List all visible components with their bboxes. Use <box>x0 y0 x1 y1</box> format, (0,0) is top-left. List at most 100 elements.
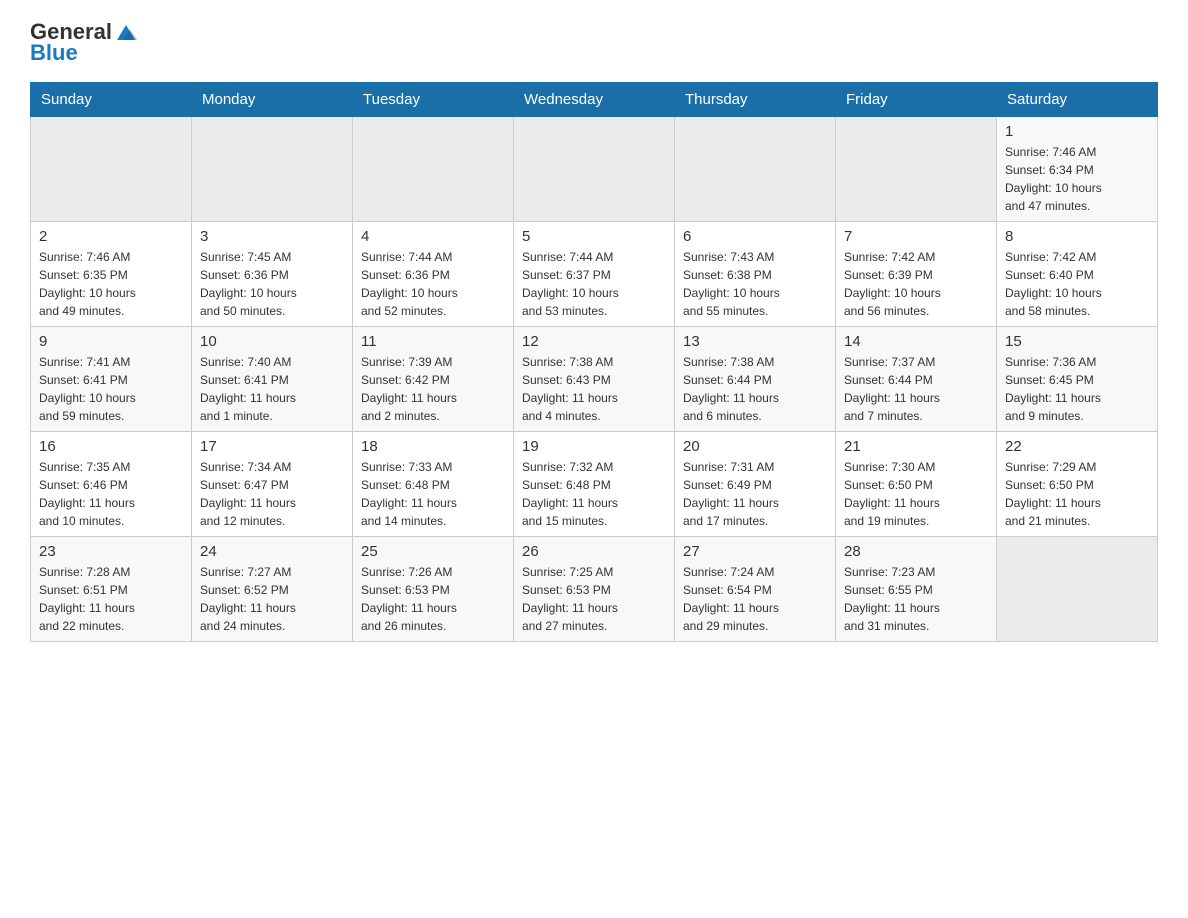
header-thursday: Thursday <box>675 83 836 117</box>
calendar-day-cell: 4 Sunrise: 7:44 AMSunset: 6:36 PMDaylight… <box>353 222 514 327</box>
day-info: Sunrise: 7:28 AMSunset: 6:51 PMDaylight:… <box>39 563 183 635</box>
calendar-day-cell: 6 Sunrise: 7:43 AMSunset: 6:38 PMDaylight… <box>675 222 836 327</box>
header-tuesday: Tuesday <box>353 83 514 117</box>
calendar-day-cell <box>353 117 514 222</box>
day-info: Sunrise: 7:23 AMSunset: 6:55 PMDaylight:… <box>844 563 988 635</box>
calendar-day-cell: 1 Sunrise: 7:46 AMSunset: 6:34 PMDaylight… <box>997 117 1158 222</box>
day-info: Sunrise: 7:43 AMSunset: 6:38 PMDaylight:… <box>683 248 827 320</box>
header-wednesday: Wednesday <box>514 83 675 117</box>
day-number: 28 <box>844 543 988 560</box>
calendar-day-cell: 21 Sunrise: 7:30 AMSunset: 6:50 PMDayligh… <box>836 432 997 537</box>
calendar-day-cell: 24Sunrise: 7:27 AMSunset: 6:52 PMDayligh… <box>192 537 353 642</box>
day-number: 27 <box>683 543 827 560</box>
calendar-day-cell: 10 Sunrise: 7:40 AMSunset: 6:41 PMDayligh… <box>192 327 353 432</box>
calendar-day-cell: 2 Sunrise: 7:46 AMSunset: 6:35 PMDaylight… <box>31 222 192 327</box>
calendar-day-cell: 19 Sunrise: 7:32 AMSunset: 6:48 PMDayligh… <box>514 432 675 537</box>
day-number: 12 <box>522 333 666 350</box>
logo-icon <box>114 20 138 44</box>
day-info: Sunrise: 7:39 AMSunset: 6:42 PMDaylight:… <box>361 353 505 425</box>
calendar-day-cell: 22Sunrise: 7:29 AMSunset: 6:50 PMDayligh… <box>997 432 1158 537</box>
day-number: 1 <box>1005 123 1149 140</box>
day-number: 17 <box>200 438 344 455</box>
calendar-week-row: 16 Sunrise: 7:35 AMSunset: 6:46 PMDayligh… <box>31 432 1158 537</box>
calendar-header-row: Sunday Monday Tuesday Wednesday Thursday… <box>31 83 1158 117</box>
day-info: Sunrise: 7:46 AMSunset: 6:35 PMDaylight:… <box>39 248 183 320</box>
day-number: 2 <box>39 228 183 245</box>
day-number: 7 <box>844 228 988 245</box>
calendar-day-cell: 11Sunrise: 7:39 AMSunset: 6:42 PMDayligh… <box>353 327 514 432</box>
day-info: Sunrise: 7:33 AMSunset: 6:48 PMDaylight:… <box>361 458 505 530</box>
calendar-day-cell: 14 Sunrise: 7:37 AMSunset: 6:44 PMDayligh… <box>836 327 997 432</box>
calendar-day-cell: 15 Sunrise: 7:36 AMSunset: 6:45 PMDayligh… <box>997 327 1158 432</box>
day-number: 25 <box>361 543 505 560</box>
day-number: 19 <box>522 438 666 455</box>
calendar-day-cell: 18 Sunrise: 7:33 AMSunset: 6:48 PMDayligh… <box>353 432 514 537</box>
day-number: 4 <box>361 228 505 245</box>
day-number: 6 <box>683 228 827 245</box>
day-number: 8 <box>1005 228 1149 245</box>
calendar-day-cell: 16 Sunrise: 7:35 AMSunset: 6:46 PMDayligh… <box>31 432 192 537</box>
calendar-day-cell: 7 Sunrise: 7:42 AMSunset: 6:39 PMDaylight… <box>836 222 997 327</box>
calendar-day-cell <box>836 117 997 222</box>
day-info: Sunrise: 7:42 AMSunset: 6:39 PMDaylight:… <box>844 248 988 320</box>
day-info: Sunrise: 7:26 AMSunset: 6:53 PMDaylight:… <box>361 563 505 635</box>
header-sunday: Sunday <box>31 83 192 117</box>
calendar-week-row: 9Sunrise: 7:41 AMSunset: 6:41 PMDaylight… <box>31 327 1158 432</box>
calendar-day-cell: 9Sunrise: 7:41 AMSunset: 6:41 PMDaylight… <box>31 327 192 432</box>
logo: General Blue <box>30 20 138 64</box>
calendar-day-cell: 20 Sunrise: 7:31 AMSunset: 6:49 PMDayligh… <box>675 432 836 537</box>
day-number: 15 <box>1005 333 1149 350</box>
day-info: Sunrise: 7:34 AMSunset: 6:47 PMDaylight:… <box>200 458 344 530</box>
day-number: 21 <box>844 438 988 455</box>
day-info: Sunrise: 7:44 AMSunset: 6:36 PMDaylight:… <box>361 248 505 320</box>
day-number: 14 <box>844 333 988 350</box>
day-number: 16 <box>39 438 183 455</box>
day-info: Sunrise: 7:44 AMSunset: 6:37 PMDaylight:… <box>522 248 666 320</box>
day-info: Sunrise: 7:31 AMSunset: 6:49 PMDaylight:… <box>683 458 827 530</box>
day-info: Sunrise: 7:24 AMSunset: 6:54 PMDaylight:… <box>683 563 827 635</box>
calendar-day-cell <box>514 117 675 222</box>
day-info: Sunrise: 7:37 AMSunset: 6:44 PMDaylight:… <box>844 353 988 425</box>
calendar-day-cell: 27 Sunrise: 7:24 AMSunset: 6:54 PMDayligh… <box>675 537 836 642</box>
calendar-day-cell: 26 Sunrise: 7:25 AMSunset: 6:53 PMDayligh… <box>514 537 675 642</box>
calendar-day-cell: 5 Sunrise: 7:44 AMSunset: 6:37 PMDaylight… <box>514 222 675 327</box>
day-number: 5 <box>522 228 666 245</box>
calendar-day-cell: 3Sunrise: 7:45 AMSunset: 6:36 PMDaylight… <box>192 222 353 327</box>
logo-lines: General Blue <box>30 20 138 64</box>
day-info: Sunrise: 7:41 AMSunset: 6:41 PMDaylight:… <box>39 353 183 425</box>
page-header: General Blue <box>30 20 1158 64</box>
day-number: 18 <box>361 438 505 455</box>
calendar-day-cell: 12 Sunrise: 7:38 AMSunset: 6:43 PMDayligh… <box>514 327 675 432</box>
day-info: Sunrise: 7:25 AMSunset: 6:53 PMDaylight:… <box>522 563 666 635</box>
day-number: 10 <box>200 333 344 350</box>
calendar-week-row: 1 Sunrise: 7:46 AMSunset: 6:34 PMDaylight… <box>31 117 1158 222</box>
calendar-day-cell <box>192 117 353 222</box>
header-friday: Friday <box>836 83 997 117</box>
day-info: Sunrise: 7:35 AMSunset: 6:46 PMDaylight:… <box>39 458 183 530</box>
day-info: Sunrise: 7:40 AMSunset: 6:41 PMDaylight:… <box>200 353 344 425</box>
day-info: Sunrise: 7:46 AMSunset: 6:34 PMDaylight:… <box>1005 143 1149 215</box>
day-number: 3 <box>200 228 344 245</box>
calendar-week-row: 23 Sunrise: 7:28 AMSunset: 6:51 PMDayligh… <box>31 537 1158 642</box>
day-number: 22 <box>1005 438 1149 455</box>
day-info: Sunrise: 7:32 AMSunset: 6:48 PMDaylight:… <box>522 458 666 530</box>
calendar-day-cell <box>31 117 192 222</box>
calendar-week-row: 2 Sunrise: 7:46 AMSunset: 6:35 PMDaylight… <box>31 222 1158 327</box>
header-saturday: Saturday <box>997 83 1158 117</box>
day-number: 13 <box>683 333 827 350</box>
day-number: 23 <box>39 543 183 560</box>
day-info: Sunrise: 7:42 AMSunset: 6:40 PMDaylight:… <box>1005 248 1149 320</box>
calendar-day-cell: 25 Sunrise: 7:26 AMSunset: 6:53 PMDayligh… <box>353 537 514 642</box>
calendar-day-cell <box>997 537 1158 642</box>
calendar-day-cell: 17 Sunrise: 7:34 AMSunset: 6:47 PMDayligh… <box>192 432 353 537</box>
day-number: 26 <box>522 543 666 560</box>
logo-blue: Blue <box>30 42 138 64</box>
day-number: 20 <box>683 438 827 455</box>
calendar-day-cell: 28 Sunrise: 7:23 AMSunset: 6:55 PMDayligh… <box>836 537 997 642</box>
day-info: Sunrise: 7:30 AMSunset: 6:50 PMDaylight:… <box>844 458 988 530</box>
calendar-day-cell: 8 Sunrise: 7:42 AMSunset: 6:40 PMDaylight… <box>997 222 1158 327</box>
calendar-day-cell: 13Sunrise: 7:38 AMSunset: 6:44 PMDayligh… <box>675 327 836 432</box>
calendar-day-cell <box>675 117 836 222</box>
day-info: Sunrise: 7:38 AMSunset: 6:43 PMDaylight:… <box>522 353 666 425</box>
day-info: Sunrise: 7:36 AMSunset: 6:45 PMDaylight:… <box>1005 353 1149 425</box>
